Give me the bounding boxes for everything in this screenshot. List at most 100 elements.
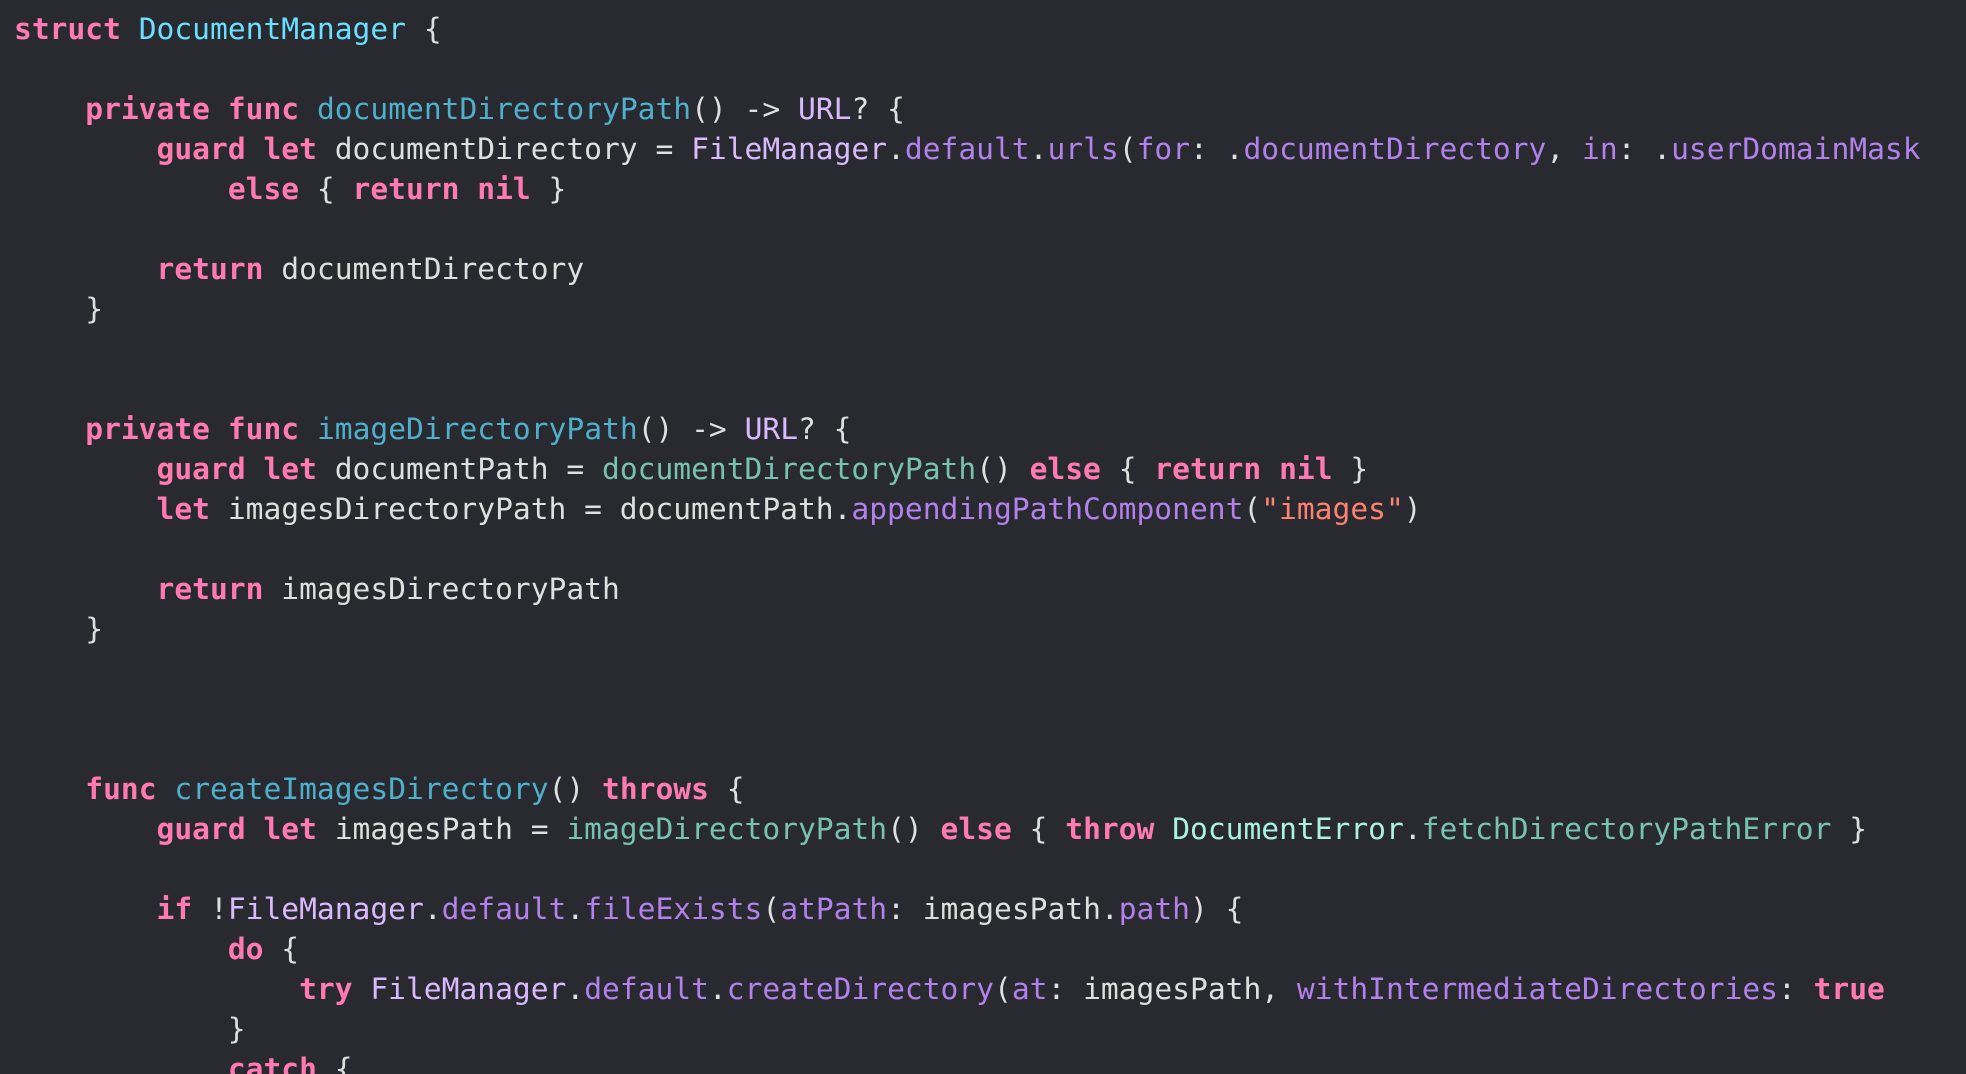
code-text-token: documentPath = (316, 452, 602, 486)
system-member-token: createDirectory (726, 972, 994, 1006)
code-line[interactable] (14, 729, 1921, 769)
keyword-token: func (85, 772, 157, 806)
code-text-token: ? { (851, 92, 905, 126)
code-text-token: { (316, 1052, 353, 1074)
code-text-token: ( (1243, 492, 1262, 526)
keyword-token: else (227, 172, 300, 206)
code-text-token: } (1332, 452, 1369, 486)
code-line[interactable] (14, 849, 1921, 889)
code-line[interactable]: let imagesDirectoryPath = documentPath.a… (14, 489, 1921, 529)
code-line[interactable]: private func imageDirectoryPath() -> URL… (14, 409, 1921, 449)
function-declaration-token: documentDirectoryPath (316, 92, 692, 126)
system-type-token: URL (744, 412, 799, 446)
code-line[interactable]: private func documentDirectoryPath() -> … (14, 89, 1921, 129)
code-line[interactable]: func createImagesDirectory() throws { (14, 769, 1921, 809)
string-literal-token: "images" (1261, 492, 1404, 526)
code-text-token: } (14, 1012, 246, 1046)
code-line[interactable]: } (14, 289, 1921, 329)
code-text-token: } (14, 292, 104, 326)
keyword-token: true (1813, 972, 1885, 1006)
system-member-token: documentDirectory (1243, 132, 1547, 166)
system-member-token: default (584, 972, 709, 1006)
type-declaration-token: DocumentManager (138, 12, 406, 46)
system-type-token: FileManager (227, 892, 424, 926)
code-text-token: . (566, 892, 585, 926)
system-member-token: default (441, 892, 567, 926)
code-text-token: } (530, 172, 567, 206)
code-line[interactable] (14, 529, 1921, 569)
code-text-token: . (887, 132, 905, 166)
keyword-token: return (156, 252, 264, 286)
code-line[interactable] (14, 689, 1921, 729)
code-line[interactable]: catch { (14, 1049, 1921, 1074)
code-line[interactable]: } (14, 1009, 1921, 1049)
code-text-token: ? { (798, 412, 852, 446)
code-text-token: ( (762, 892, 781, 926)
keyword-token: nil (1279, 452, 1333, 486)
code-text-token: { (263, 932, 300, 966)
code-text-token: } (1831, 812, 1868, 846)
code-text-token: { (1100, 452, 1155, 486)
keyword-token: return (352, 172, 460, 206)
code-line[interactable] (14, 369, 1921, 409)
keyword-token: nil (477, 172, 531, 206)
keyword-token: catch (227, 1052, 317, 1074)
code-text-token: { (1011, 812, 1066, 846)
keyword-token: private (85, 92, 210, 126)
function-declaration-token: imageDirectoryPath (316, 412, 638, 446)
system-member-token: userDomainMask (1671, 132, 1921, 166)
code-text-token: . (1029, 132, 1048, 166)
code-line[interactable]: guard let documentDirectory = FileManage… (14, 129, 1921, 169)
code-line[interactable]: if !FileManager.default.fileExists(atPat… (14, 889, 1921, 929)
keyword-token: throws (602, 772, 709, 806)
code-text-token: ( (994, 972, 1012, 1006)
code-text-token: { (299, 172, 353, 206)
system-type-token: URL (798, 92, 852, 126)
system-member-token: urls (1047, 132, 1119, 166)
system-type-token: FileManager (370, 972, 567, 1006)
code-text-token: () (976, 452, 1030, 486)
code-line[interactable] (14, 49, 1921, 89)
code-text-token: : (1777, 972, 1814, 1006)
code-text-token: imagesDirectoryPath (263, 572, 620, 606)
code-editor[interactable]: struct DocumentManager { private func do… (0, 0, 1966, 1074)
system-member-token: appendingPathComponent (851, 492, 1244, 526)
source-code[interactable]: struct DocumentManager { private func do… (14, 9, 1921, 1074)
system-member-token: withIntermediateDirectories (1296, 972, 1778, 1006)
keyword-token: else (1029, 452, 1101, 486)
code-line[interactable]: guard let documentPath = documentDirecto… (14, 449, 1921, 489)
code-line[interactable]: guard let imagesPath = imageDirectoryPat… (14, 809, 1921, 849)
code-line[interactable]: return imagesDirectoryPath (14, 569, 1921, 609)
code-text-token: () -> (691, 92, 798, 126)
code-line[interactable]: } (14, 609, 1921, 649)
code-line[interactable]: do { (14, 929, 1921, 969)
code-text-token: : imagesPath. (887, 892, 1119, 926)
code-text-token: ) (1403, 492, 1422, 526)
keyword-token: do (227, 932, 264, 966)
code-line[interactable]: else { return nil } (14, 169, 1921, 209)
keyword-token: else (940, 812, 1012, 846)
code-line[interactable]: try FileManager.default.createDirectory(… (14, 969, 1921, 1009)
code-line[interactable] (14, 209, 1921, 249)
code-line[interactable] (14, 649, 1921, 689)
code-line[interactable]: return documentDirectory (14, 249, 1921, 289)
system-member-token: in (1582, 132, 1618, 166)
keyword-token: if (156, 892, 193, 926)
code-line[interactable] (14, 329, 1921, 369)
keyword-token: return (156, 572, 264, 606)
code-line[interactable]: struct DocumentManager { (14, 9, 1921, 49)
